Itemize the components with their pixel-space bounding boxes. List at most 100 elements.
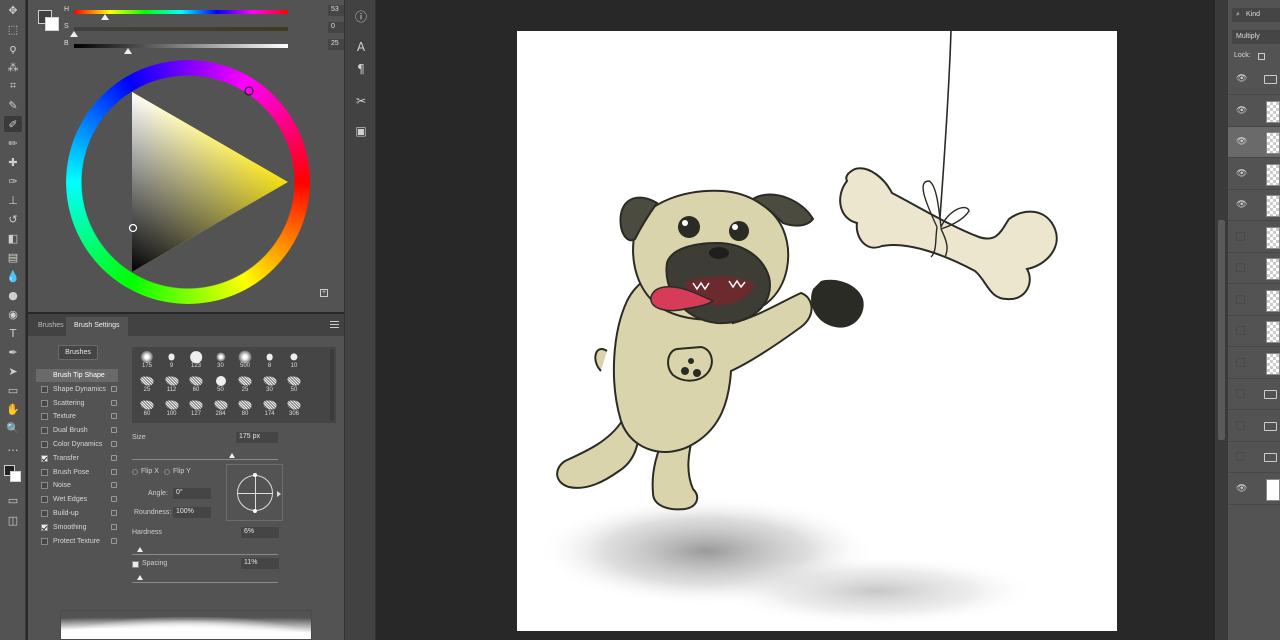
zoom-tool-icon[interactable]: 🔍 <box>4 420 22 436</box>
info-icon[interactable]: ⓘ <box>351 8 371 26</box>
burn-tool-icon[interactable]: ◉ <box>4 306 22 322</box>
background-color-swatch[interactable] <box>45 17 59 31</box>
brush-tip[interactable]: 175 <box>135 350 159 372</box>
saturation-thumb[interactable] <box>70 31 78 37</box>
layer-row[interactable]: 👁 <box>1228 127 1280 158</box>
layer-filter-kind[interactable]: ⌕ Kind <box>1232 8 1280 22</box>
option-checkbox[interactable] <box>41 413 48 421</box>
brush-tip[interactable]: 30 <box>209 350 233 372</box>
layer-row[interactable]: 👁 <box>1228 190 1280 221</box>
layer-row[interactable] <box>1228 348 1280 379</box>
brush-option-texture[interactable]: Texture <box>36 410 118 423</box>
angle-roundness-preview[interactable] <box>226 464 283 521</box>
brush-option-scattering[interactable]: Scattering <box>36 397 118 410</box>
layer-thumbnail[interactable] <box>1266 132 1280 154</box>
brush-tip[interactable]: 112 <box>160 374 184 396</box>
color-wheel[interactable] <box>62 58 322 308</box>
eyedropper-tool-icon[interactable]: ✎ <box>4 97 22 113</box>
folder-icon[interactable] <box>1264 421 1277 431</box>
option-checkbox[interactable] <box>41 523 48 531</box>
lock-transparency-icon[interactable] <box>1258 53 1265 60</box>
visibility-eye-icon[interactable]: 👁 <box>1236 484 1247 494</box>
hue-slider[interactable]: H 53 ° <box>64 5 364 20</box>
dodge-tool-icon[interactable]: ● <box>4 287 22 303</box>
lock-icon[interactable] <box>111 427 117 434</box>
brush-option-build-up[interactable]: Build-up <box>36 507 118 520</box>
path-select-tool-icon[interactable]: ➤ <box>4 363 22 379</box>
brush-option-dual-brush[interactable]: Dual Brush <box>36 424 118 437</box>
visibility-eye-icon[interactable] <box>1236 231 1245 241</box>
type-tool-icon[interactable]: T <box>4 325 22 341</box>
visibility-eye-icon[interactable]: 👁 <box>1236 137 1247 147</box>
navigator-icon[interactable]: ▣ <box>351 122 371 140</box>
folder-icon[interactable] <box>1264 453 1277 462</box>
pencil-tool-icon[interactable]: ✏ <box>4 135 22 151</box>
eraser-tool-icon[interactable]: ◧ <box>4 230 22 246</box>
hardness-field[interactable]: 6% <box>241 527 279 538</box>
folder-icon[interactable] <box>1264 75 1277 84</box>
layer-row[interactable] <box>1228 222 1280 253</box>
brush-tip[interactable]: 80 <box>233 398 257 420</box>
visibility-eye-icon[interactable] <box>1236 389 1245 398</box>
brush-option-color-dynamics[interactable]: Color Dynamics <box>36 438 118 451</box>
layer-row[interactable]: 👁 <box>1228 64 1280 95</box>
lock-icon[interactable] <box>111 399 117 406</box>
brush-tip[interactable]: 9 <box>160 350 184 372</box>
brush-tip[interactable]: 50 <box>282 374 306 396</box>
layer-row[interactable]: 👁 <box>1228 474 1280 505</box>
expand-color-icon[interactable]: + <box>320 289 328 297</box>
brush-tip[interactable]: 10 <box>282 350 306 372</box>
option-checkbox[interactable] <box>41 496 48 504</box>
brush-tip[interactable]: 8 <box>258 350 282 372</box>
flip-x-checkbox[interactable] <box>132 469 138 475</box>
lock-icon[interactable] <box>111 413 117 420</box>
size-slider-track[interactable] <box>132 459 278 460</box>
screen-mode-icon[interactable]: ▭ <box>4 492 22 508</box>
size-slider-thumb[interactable] <box>229 453 235 458</box>
blend-mode-select[interactable]: Multiply <box>1232 30 1280 44</box>
option-checkbox[interactable] <box>41 510 48 517</box>
gradient-tool-icon[interactable]: ▤ <box>4 249 22 265</box>
hardness-slider-thumb[interactable] <box>137 547 143 552</box>
layer-thumbnail[interactable] <box>1266 321 1280 343</box>
layer-thumbnail[interactable] <box>1266 478 1280 501</box>
option-checkbox[interactable] <box>41 399 48 407</box>
brush-tip[interactable]: 100 <box>160 398 184 420</box>
size-field[interactable]: 175 px <box>236 432 278 443</box>
brightness-slider[interactable]: B 25 % <box>64 39 364 54</box>
layer-row[interactable] <box>1228 253 1280 284</box>
visibility-eye-icon[interactable] <box>1236 294 1245 304</box>
brush-option-shape-dynamics[interactable]: Shape Dynamics <box>36 383 118 396</box>
lock-icon[interactable] <box>111 537 117 544</box>
layer-row[interactable] <box>1228 411 1280 442</box>
brush-tip[interactable]: 174 <box>258 398 282 420</box>
lock-icon[interactable] <box>111 496 117 503</box>
document-area[interactable] <box>377 0 1215 640</box>
layer-thumbnail[interactable] <box>1266 195 1280 217</box>
brush-option-noise[interactable]: Noise <box>36 479 118 492</box>
scroll-thumb[interactable] <box>1218 220 1225 440</box>
brush-tip[interactable]: 60 <box>135 398 159 420</box>
option-checkbox[interactable] <box>41 441 48 448</box>
move-tool-icon[interactable]: ✥ <box>4 2 22 18</box>
roundness-field[interactable]: 100% <box>173 507 211 518</box>
layer-row[interactable]: 👁 <box>1228 159 1280 190</box>
option-checkbox[interactable] <box>41 468 48 476</box>
visibility-eye-icon[interactable]: 👁 <box>1236 106 1247 116</box>
spacing-slider-thumb[interactable] <box>137 575 143 580</box>
brush-option-protect-texture[interactable]: Protect Texture <box>36 535 118 548</box>
layer-row[interactable]: 👁 <box>1228 96 1280 127</box>
more-tools-icon[interactable]: … <box>4 439 22 455</box>
spacing-checkbox[interactable] <box>132 561 139 568</box>
visibility-eye-icon[interactable] <box>1236 420 1245 430</box>
magic-wand-tool-icon[interactable]: ⁂ <box>4 59 22 75</box>
brush-option-brush-tip-shape[interactable]: Brush Tip Shape <box>36 369 118 382</box>
marquee-tool-icon[interactable]: ⬚ <box>4 21 22 37</box>
character-icon[interactable]: A <box>351 38 371 56</box>
brush-option-smoothing[interactable]: Smoothing <box>36 521 118 534</box>
brush-tip[interactable]: 127 <box>184 398 208 420</box>
lock-icon[interactable] <box>111 454 117 461</box>
brush-option-wet-edges[interactable]: Wet Edges <box>36 493 118 506</box>
layer-thumbnail[interactable] <box>1266 226 1280 249</box>
mixer-brush-tool-icon[interactable]: ✑ <box>4 173 22 189</box>
